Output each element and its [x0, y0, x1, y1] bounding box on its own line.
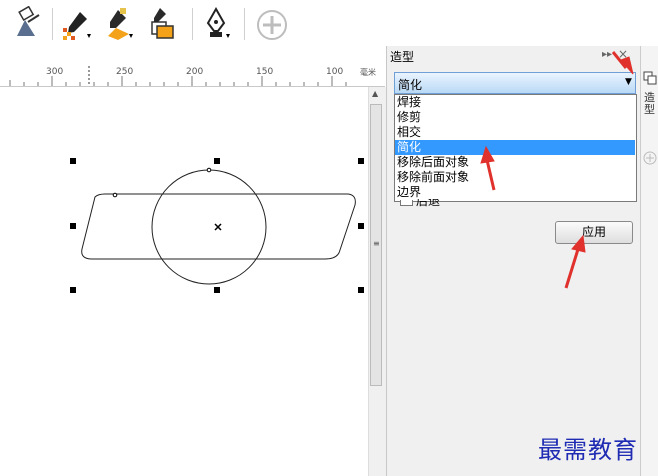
- watermark: 最需教育: [538, 436, 638, 464]
- annotation-arrows: [480, 51, 634, 289]
